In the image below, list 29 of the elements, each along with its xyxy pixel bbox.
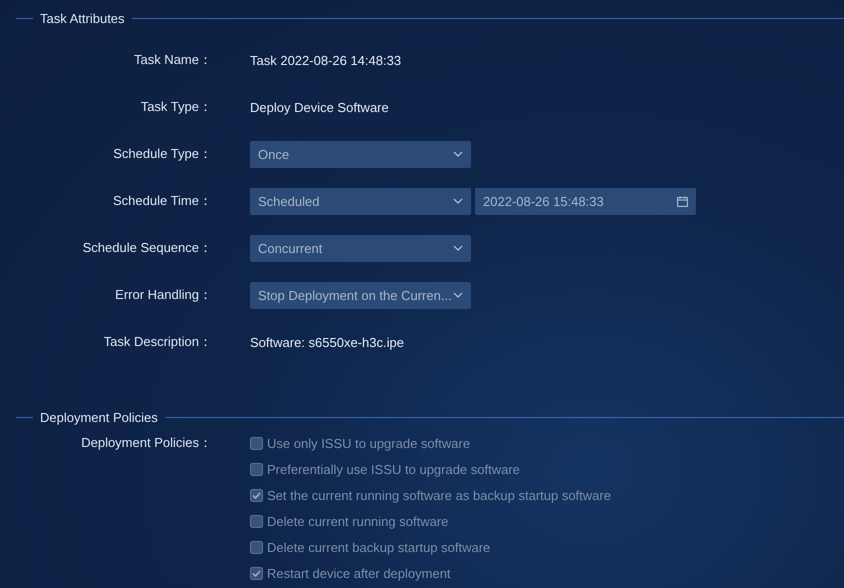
calendar-icon [677,196,688,206]
chevron-down-icon [453,198,463,204]
checkbox-icon [250,514,263,528]
field-label: Deployment Policies： [80,434,212,452]
field-value: Task 2022-08-26 14:48:33 [250,52,402,68]
checkbox-icon [250,436,263,450]
field-label: Schedule Time： [112,192,212,210]
dropdown[interactable]: Concurrent [250,234,471,262]
dropdown[interactable]: Stop Deployment on the Curren... [250,282,471,308]
field-label: Task Description： [102,333,212,351]
section-title: Deployment Policies [39,410,159,424]
chevron-down-icon [453,292,463,298]
field-label: Task Type： [140,98,212,116]
checkbox-icon [250,566,263,580]
field-value: Software: s6550xe-h3c.ipe [250,334,404,350]
field-label: Schedule Sequence： [82,239,212,257]
checkbox-icon [250,462,263,476]
section-title: Task Attributes [39,10,126,26]
field-value: Deploy Device Software [250,100,389,114]
dropdown[interactable]: Once [250,140,471,168]
checkbox-icon [250,540,263,554]
dropdown[interactable]: Scheduled [250,188,471,214]
field-label: Error Handling： [114,286,212,304]
date-field[interactable]: 2022-08-26 15:48:33 [475,188,696,214]
chevron-down-icon [453,151,463,157]
chevron-down-icon [453,245,463,251]
field-label: Task Name： [132,51,212,69]
field-label: Schedule Type： [112,145,212,163]
checkbox-icon [250,488,263,502]
